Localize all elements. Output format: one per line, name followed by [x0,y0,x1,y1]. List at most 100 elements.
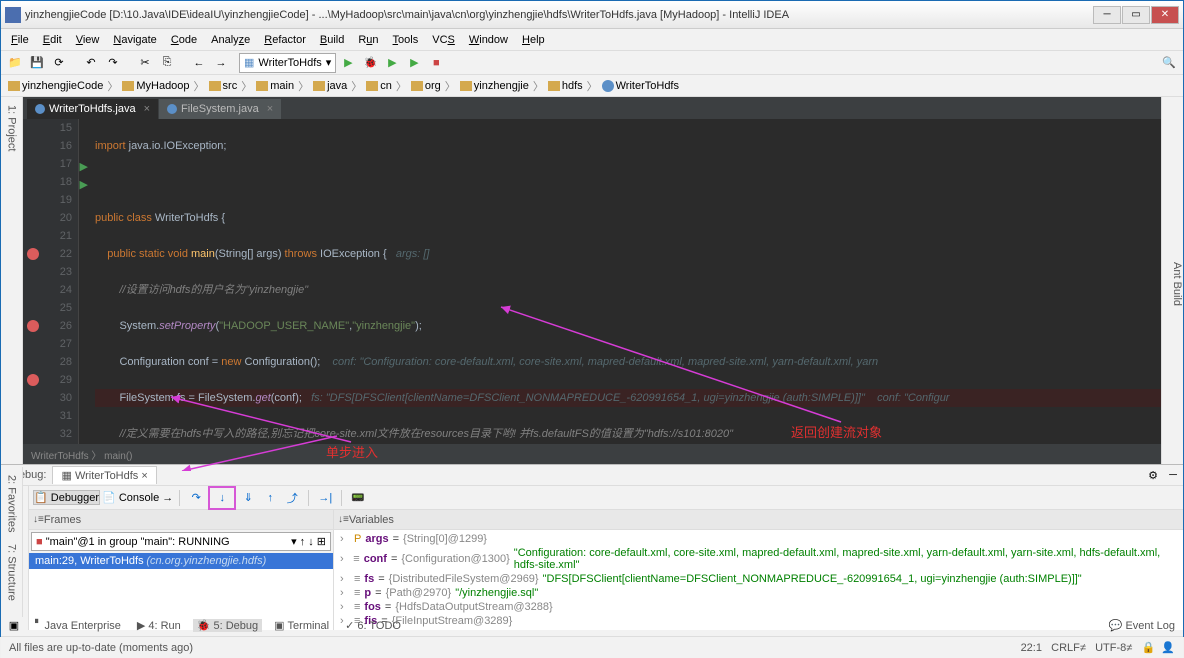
step-over-icon[interactable]: ↷ [186,488,206,508]
menu-analyze[interactable]: Analyze [205,32,256,48]
minimize-button[interactable]: ─ [1093,6,1121,24]
maximize-button[interactable]: ▭ [1122,6,1150,24]
run3-icon[interactable]: ▶ [404,53,424,73]
redo-icon[interactable]: ↷ [103,53,123,73]
run-to-cursor-icon[interactable]: →| [315,488,335,508]
bc-4[interactable]: java [310,80,350,92]
main-toolbar: 📁 💾 ⟳ ↶ ↷ ✂ ⎘ ← → ▦ WriterToHdfs ▾ ▶ 🐞 ▶… [1,51,1183,75]
bt-debug[interactable]: 🐞 5: Debug [193,619,262,632]
menu-help[interactable]: Help [516,32,551,48]
menu-vcs[interactable]: VCS [426,32,461,48]
bc-8[interactable]: hdfs [545,80,586,92]
gear-icon[interactable]: ⚙ [1143,465,1163,485]
copy-icon[interactable]: ⎘ [157,53,177,73]
window-title: yinzhengjieCode [D:\10.Java\IDE\ideaIU\y… [25,9,1093,21]
breadcrumb: yinzhengjieCode〉 MyHadoop〉 src〉 main〉 ja… [1,75,1183,97]
frame-row[interactable]: main:29, WriterToHdfs (cn.org.yinzhengji… [29,553,333,569]
tab-writer[interactable]: WriterToHdfs.java× [27,99,158,119]
menu-view[interactable]: View [70,32,106,48]
bc-5[interactable]: cn [363,80,395,92]
step-into-highlight: ↓ [208,486,236,510]
status-man-icon[interactable]: 👤 [1161,642,1175,654]
menu-file[interactable]: File [5,32,35,48]
breakpoint-icon[interactable] [27,320,39,332]
status-message: All files are up-to-date (moments ago) [9,642,193,654]
gutter[interactable]: 15 16 17▶ 18▶ 19 20 21 22 23 24 25 26 27… [23,119,79,444]
variables-list[interactable]: ›P args = {String[0]@1299} ›≡ conf = {Co… [334,530,1183,630]
bt-todo[interactable]: ✓ 6: TODO [341,619,405,632]
menu-window[interactable]: Window [463,32,514,48]
statusbar: All files are up-to-date (moments ago) 2… [1,636,1183,658]
console-tab[interactable]: 📄 Console → [102,491,173,504]
var-row[interactable]: ›≡ p = {Path@2970} "/yinzhengjie.sql" [336,586,1181,600]
editor-tabs: WriterToHdfs.java× FileSystem.java× [23,97,1161,119]
status-pos[interactable]: 22:1 [1021,642,1042,654]
evaluate-icon[interactable]: 📟 [348,488,368,508]
var-row[interactable]: ›≡ fis = {FileInputStream@3289} [336,614,1181,628]
bt-terminal[interactable]: ▣ Terminal [270,619,333,632]
drop-frame-icon[interactable]: ⤴ [282,488,302,508]
status-encoding[interactable]: UTF-8≠ [1095,642,1132,654]
bc-root[interactable]: yinzhengjieCode [5,80,106,92]
left-tool-window-bar[interactable]: 1: Project [1,97,23,464]
open-icon[interactable]: 📁 [5,53,25,73]
minimize-icon[interactable]: ─ [1163,465,1183,485]
bc-2[interactable]: src [206,80,241,92]
var-row[interactable]: ›P args = {String[0]@1299} [336,532,1181,546]
debug-panel: Debug: ▦ WriterToHdfs × ⚙ ─ ⟳ ▶ ■ ●● ⊘ 📋… [1,464,1183,614]
status-lineend[interactable]: CRLF≠ [1051,642,1086,654]
close-button[interactable]: ✕ [1151,6,1179,24]
run-icon[interactable]: ▶ [338,53,358,73]
search-icon[interactable]: 🔍 [1159,53,1179,73]
menu-refactor[interactable]: Refactor [258,32,312,48]
step-out-icon[interactable]: ↑ [260,488,280,508]
forward-icon[interactable]: → [211,53,231,73]
menu-navigate[interactable]: Navigate [107,32,162,48]
stop-icon[interactable]: ■ [426,53,446,73]
close-icon[interactable]: × [267,103,273,115]
bc-7[interactable]: yinzhengjie [457,80,532,92]
var-row[interactable]: ›≡ fos = {HdfsDataOutputStream@3288} [336,600,1181,614]
force-step-into-icon[interactable]: ⇓ [238,488,258,508]
breakpoint-icon[interactable] [27,374,39,386]
var-row[interactable]: ›≡ fs = {DistributedFileSystem@2969} "DF… [336,572,1181,586]
breakpoint-icon[interactable] [27,248,39,260]
bc-3[interactable]: main [253,80,297,92]
bc-6[interactable]: org [408,80,444,92]
var-row[interactable]: ›≡ conf = {Configuration@1300} "Configur… [336,546,1181,572]
right-tool-window-bar[interactable]: Ant BuildDatabasemMaven Projects [1161,97,1183,464]
save-icon[interactable]: 💾 [27,53,47,73]
bt-run[interactable]: ▶ 4: Run [133,619,185,632]
titlebar: yinzhengjieCode [D:\10.Java\IDE\ideaIU\y… [1,1,1183,29]
bt-eventlog[interactable]: 💬 Event Log [1105,619,1179,632]
app-icon [5,7,21,23]
left-bottom-bar[interactable]: 2: Favorites7: Structure [1,467,23,617]
bc-1[interactable]: MyHadoop [119,80,192,92]
menu-run[interactable]: Run [352,32,384,48]
undo-icon[interactable]: ↶ [81,53,101,73]
refresh-icon[interactable]: ⟳ [49,53,69,73]
annotation-step-into: 单步进入 [326,442,378,461]
run2-icon[interactable]: ▶ [382,53,402,73]
code-editor[interactable]: 15 16 17▶ 18▶ 19 20 21 22 23 24 25 26 27… [23,119,1161,444]
status-lock-icon[interactable]: 🔒 [1141,642,1155,654]
tab-filesystem[interactable]: FileSystem.java× [159,99,281,119]
debug-tab-writer[interactable]: ▦ WriterToHdfs × [52,466,156,484]
close-icon[interactable]: × [144,103,150,115]
back-icon[interactable]: ← [189,53,209,73]
bt-java[interactable]: 🬀 Java Enterprise [31,619,125,632]
debug-icon[interactable]: 🐞 [360,53,380,73]
thread-combo[interactable]: ■ "main"@1 in group "main": RUNNING▾ ↑ ↓… [31,532,331,551]
bc-9[interactable]: WriterToHdfs [599,80,682,92]
menu-tools[interactable]: Tools [387,32,425,48]
step-into-icon[interactable]: ↓ [212,488,232,508]
editor-breadcrumb[interactable]: WriterToHdfs 〉 main() [23,444,1161,464]
menu-build[interactable]: Build [314,32,350,48]
menu-code[interactable]: Code [165,32,203,48]
run-config-combo[interactable]: ▦ WriterToHdfs ▾ [239,53,336,73]
menubar: File Edit View Navigate Code Analyze Ref… [1,29,1183,51]
cut-icon[interactable]: ✂ [135,53,155,73]
annotation-return-stream: 返回创建流对象 [791,422,882,441]
debugger-tab[interactable]: 📋 Debugger [33,490,100,505]
menu-edit[interactable]: Edit [37,32,68,48]
